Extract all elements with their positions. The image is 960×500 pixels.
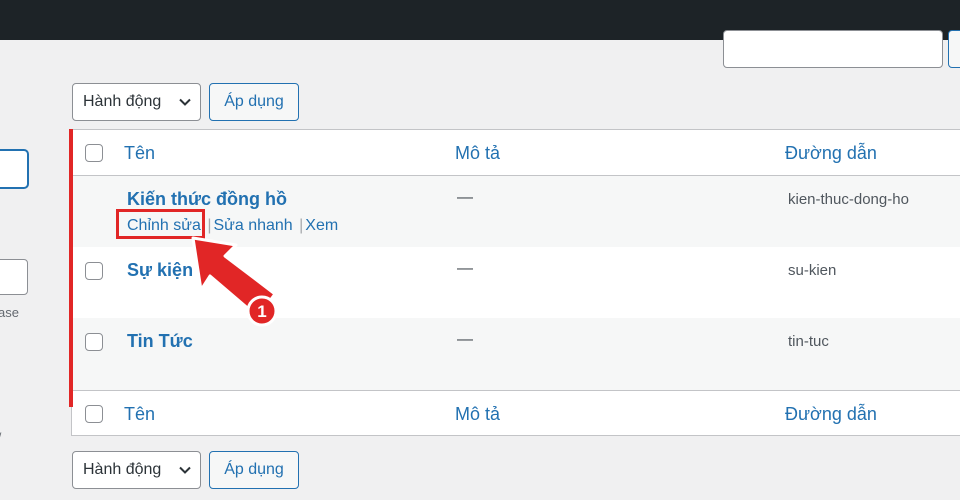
- step-number: 1: [257, 302, 266, 321]
- annotation-arrow-icon: 1: [191, 236, 278, 327]
